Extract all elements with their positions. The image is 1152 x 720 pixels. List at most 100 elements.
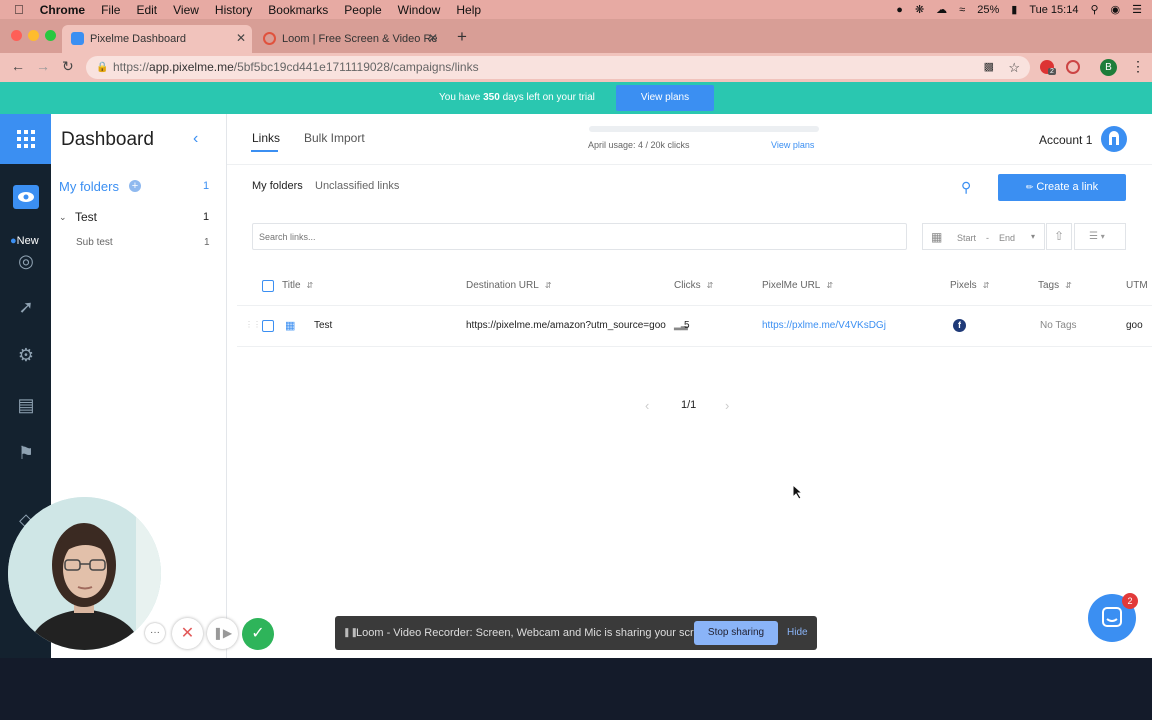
add-folder-icon[interactable]: + bbox=[129, 180, 141, 192]
tab-pixelme-dashboard[interactable]: Pixelme Dashboard ✕ bbox=[62, 25, 252, 53]
date-range-picker[interactable]: ▦ Start - End ▾ bbox=[922, 223, 1045, 250]
menu-bookmarks[interactable]: Bookmarks bbox=[268, 3, 328, 17]
credit-card-icon[interactable]: ▤ bbox=[15, 394, 37, 416]
camera-icon[interactable]: ▩ bbox=[984, 56, 994, 79]
target-icon[interactable]: ◎ bbox=[15, 250, 37, 272]
collapse-sidebar-icon[interactable]: ‹ bbox=[193, 130, 198, 148]
loom-extension-icon[interactable] bbox=[1066, 60, 1080, 74]
apple-icon[interactable]:  bbox=[14, 2, 24, 17]
my-folders-link[interactable]: My folders bbox=[59, 179, 119, 194]
extension-badge: 2 bbox=[1048, 68, 1056, 75]
qr-code-icon[interactable]: ▦ bbox=[285, 319, 295, 332]
folder-sub-test[interactable]: Sub test bbox=[76, 237, 113, 248]
menu-view[interactable]: View bbox=[173, 3, 199, 17]
row-pixelme-url[interactable]: https://pxlme.me/V4VKsDGj bbox=[762, 320, 886, 331]
trophy-icon[interactable]: ⚑ bbox=[15, 442, 37, 464]
folder-test[interactable]: Test bbox=[75, 210, 97, 224]
window-close-icon[interactable] bbox=[11, 30, 22, 41]
menu-help[interactable]: Help bbox=[456, 3, 481, 17]
usage-view-plans-link[interactable]: View plans bbox=[771, 140, 814, 150]
address-bar[interactable]: 🔒 https://app.pixelme.me/5bf5bc19cd441e1… bbox=[86, 56, 1030, 79]
search-icon[interactable]: ⚲ bbox=[961, 179, 971, 196]
view-plans-button[interactable]: View plans bbox=[616, 85, 714, 111]
wifi-icon[interactable]: ≈ bbox=[959, 4, 965, 16]
usage-text: April usage: 4 / 20k clicks bbox=[588, 140, 690, 150]
tab-links[interactable]: Links bbox=[252, 131, 280, 145]
loom-pause-button[interactable]: ❚▶ bbox=[207, 618, 238, 649]
apps-grid-icon[interactable] bbox=[0, 114, 51, 164]
column-clicks[interactable]: Clicks ⇵ bbox=[674, 280, 713, 291]
export-icon[interactable]: ⇧ bbox=[1046, 223, 1072, 250]
new-tab-button[interactable]: + bbox=[452, 27, 472, 47]
row-tags: No Tags bbox=[1040, 320, 1077, 331]
chart-line-icon[interactable]: ➚ bbox=[15, 296, 37, 318]
tab-close-icon[interactable]: ✕ bbox=[236, 31, 246, 45]
notification-center-icon[interactable]: ☰ bbox=[1132, 3, 1142, 16]
hide-button[interactable]: Hide bbox=[787, 627, 808, 638]
window-zoom-icon[interactable] bbox=[45, 30, 56, 41]
pagination-next-icon[interactable]: › bbox=[725, 398, 729, 413]
sharing-message: Loom - Video Recorder: Screen, Webcam an… bbox=[356, 627, 716, 639]
tab-close-icon[interactable]: ✕ bbox=[428, 31, 438, 45]
macos-menu-bar:  Chrome File Edit View History Bookmark… bbox=[0, 0, 1152, 19]
menu-file[interactable]: File bbox=[101, 3, 120, 17]
account-name[interactable]: Account 1 bbox=[1039, 133, 1092, 147]
tab-bulk-import[interactable]: Bulk Import bbox=[304, 131, 365, 145]
battery-icon: ▮ bbox=[1011, 4, 1018, 16]
date-end: End bbox=[999, 233, 1016, 243]
column-tags[interactable]: Tags ⇵ bbox=[1038, 280, 1072, 291]
search-links-input[interactable] bbox=[252, 223, 907, 250]
spotlight-search-icon[interactable]: ⚲ bbox=[1090, 3, 1098, 16]
create-link-button[interactable]: ✏ Create a link bbox=[998, 174, 1126, 201]
column-pixelme-url[interactable]: PixelMe URL ⇵ bbox=[762, 280, 833, 291]
trial-banner: You have 350 days left on your trial Vie… bbox=[0, 82, 1152, 114]
row-destination-url[interactable]: https://pixelme.me/amazon?utm_source=goo bbox=[466, 320, 667, 331]
microphone-icon[interactable]: ● bbox=[896, 4, 903, 16]
creative-cloud-icon[interactable]: ❋ bbox=[915, 3, 924, 16]
table-row[interactable]: ⋮⋮ ▦ Test https://pixelme.me/amazon?utm_… bbox=[237, 306, 1152, 346]
chat-badge: 2 bbox=[1122, 593, 1138, 609]
screen-sharing-bar: ❚❚ Loom - Video Recorder: Screen, Webcam… bbox=[335, 616, 817, 650]
select-all-checkbox[interactable] bbox=[262, 280, 274, 292]
column-pixels[interactable]: Pixels ⇵ bbox=[950, 280, 989, 291]
browser-menu-icon[interactable]: ⋮ bbox=[1131, 58, 1145, 75]
cloud-icon[interactable]: ☁ bbox=[936, 3, 947, 16]
clock[interactable]: Tue 15:14 bbox=[1029, 4, 1078, 16]
drag-handle-icon[interactable]: ⋮⋮ bbox=[245, 320, 261, 329]
account-avatar-icon[interactable] bbox=[1101, 126, 1127, 152]
siri-icon[interactable]: ◉ bbox=[1111, 3, 1121, 16]
profile-avatar[interactable]: B bbox=[1100, 59, 1117, 76]
tab-loom[interactable]: Loom | Free Screen & Video Re ✕ bbox=[254, 25, 444, 53]
stop-sharing-button[interactable]: Stop sharing bbox=[694, 621, 778, 645]
pagination-prev-icon[interactable]: ‹ bbox=[645, 398, 649, 413]
reload-icon[interactable]: ↻ bbox=[62, 58, 74, 75]
back-arrow-icon[interactable]: ← bbox=[11, 58, 25, 74]
row-title[interactable]: Test bbox=[314, 320, 332, 331]
column-utm[interactable]: UTM bbox=[1126, 280, 1152, 291]
gear-icon[interactable]: ⚙ bbox=[15, 344, 37, 366]
menu-edit[interactable]: Edit bbox=[136, 3, 157, 17]
loom-finish-button[interactable]: ✓ bbox=[242, 618, 274, 650]
menu-window[interactable]: Window bbox=[398, 3, 441, 17]
chevron-down-icon: ▾ bbox=[1100, 232, 1105, 241]
menu-app-name[interactable]: Chrome bbox=[40, 3, 85, 17]
column-title[interactable]: Title ⇵ bbox=[282, 280, 313, 291]
bookmark-star-icon[interactable]: ☆ bbox=[1008, 56, 1020, 79]
tab-title: Pixelme Dashboard bbox=[90, 33, 186, 45]
menu-history[interactable]: History bbox=[215, 3, 252, 17]
chevron-down-icon[interactable]: ⌄ bbox=[59, 212, 67, 223]
column-destination-url[interactable]: Destination URL ⇵ bbox=[466, 280, 552, 291]
subnav-my-folders[interactable]: My folders bbox=[252, 180, 303, 192]
loom-more-button[interactable]: ··· bbox=[145, 623, 165, 643]
forward-arrow-icon[interactable]: → bbox=[36, 58, 50, 74]
row-checkbox[interactable] bbox=[262, 320, 274, 332]
browser-toolbar: ← → ↻ 🔒 https://app.pixelme.me/5bf5bc19c… bbox=[0, 53, 1152, 82]
columns-toggle[interactable]: ☰ ▾ bbox=[1074, 223, 1126, 250]
subnav-unclassified-links[interactable]: Unclassified links bbox=[315, 180, 399, 192]
loom-cancel-button[interactable]: ✕ bbox=[172, 618, 203, 649]
menu-people[interactable]: People bbox=[344, 3, 381, 17]
battery-percent[interactable]: 25% bbox=[977, 4, 999, 16]
loom-webcam-bubble[interactable] bbox=[8, 497, 161, 650]
eye-icon[interactable] bbox=[13, 185, 39, 209]
window-minimize-icon[interactable] bbox=[28, 30, 39, 41]
